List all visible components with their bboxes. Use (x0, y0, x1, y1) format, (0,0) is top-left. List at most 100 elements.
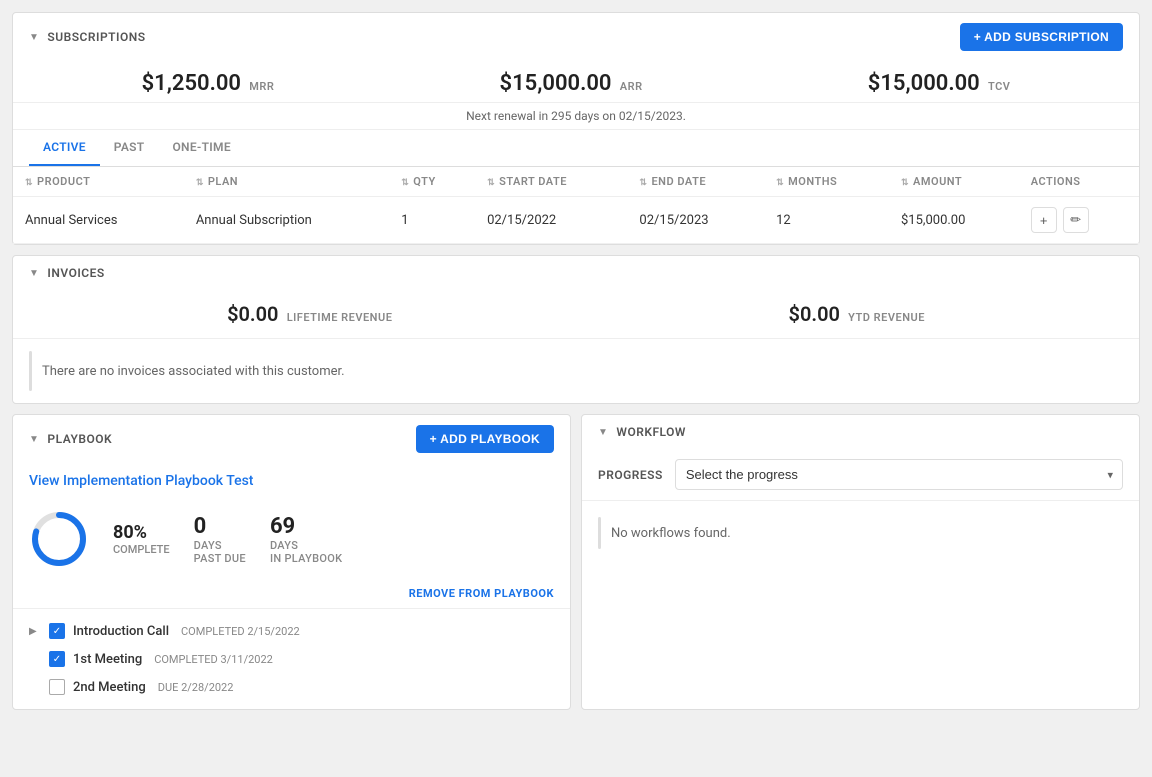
workflow-notice-bar (598, 517, 601, 549)
tab-one-time[interactable]: ONE-TIME (158, 130, 244, 166)
checklist: ▶ ✓ Introduction Call COMPLETED 2/15/2022 ✓ 1… (13, 609, 570, 709)
item-status: COMPLETED 2/15/2022 (181, 625, 300, 638)
subscriptions-metrics: $1,250.00 MRR $15,000.00 ARR $15,000.00 … (13, 61, 1139, 103)
invoices-title: ▼ INVOICES (29, 266, 105, 280)
cell-qty: 1 (389, 197, 475, 244)
col-actions: ACTIONS (1019, 167, 1139, 197)
lifetime-value: $0.00 (227, 302, 278, 326)
complete-stat: 80% COMPLETE (113, 522, 170, 556)
cell-product: Annual Services (13, 197, 184, 244)
add-subscription-button[interactable]: + ADD SUBSCRIPTION (960, 23, 1123, 51)
arr-value: $15,000.00 (500, 71, 612, 96)
days-in-playbook-label: DAYSIN PLAYBOOK (270, 539, 342, 565)
arr-label: ARR (620, 80, 643, 93)
progress-select-wrapper: Select the progressNot StartedIn Progres… (675, 459, 1123, 490)
col-qty[interactable]: ⇅QTY (389, 167, 475, 197)
playbook-link[interactable]: View Implementation Playbook Test (13, 463, 570, 499)
playbook-title: ▼ PLAYBOOK (29, 432, 112, 446)
checkbox-icon[interactable] (49, 679, 65, 695)
no-workflow-notice: No workflows found. (582, 501, 1139, 565)
workflow-header: ▼ WORKFLOW (582, 415, 1139, 449)
days-in-playbook-number: 69 (270, 514, 342, 539)
days-past-due-stat: 0 DAYSPAST DUE (194, 514, 246, 565)
mrr-metric: $1,250.00 MRR (142, 71, 275, 96)
item-status: DUE 2/28/2022 (158, 681, 234, 694)
tcv-value: $15,000.00 (868, 71, 980, 96)
tab-past[interactable]: PAST (100, 130, 159, 166)
item-name: 1st Meeting (73, 652, 142, 667)
ytd-revenue-metric: $0.00 YTD REVENUE (789, 302, 925, 326)
days-past-due-number: 0 (194, 514, 246, 539)
ytd-value: $0.00 (789, 302, 840, 326)
chevron-down-icon-playbook: ▼ (29, 434, 39, 445)
list-item: ✓ 1st Meeting COMPLETED 3/11/2022 (29, 645, 554, 673)
cell-months: 12 (764, 197, 889, 244)
col-product[interactable]: ⇅PRODUCT (13, 167, 184, 197)
percent-label: 80% (113, 522, 170, 543)
col-plan[interactable]: ⇅PLAN (184, 167, 389, 197)
checkbox-icon[interactable]: ✓ (49, 623, 65, 639)
chevron-down-icon-workflow: ▼ (598, 427, 608, 438)
ytd-label: YTD REVENUE (848, 311, 925, 324)
add-row-button[interactable]: + (1031, 207, 1057, 233)
chevron-down-icon: ▼ (29, 32, 39, 43)
col-end-date[interactable]: ⇅END DATE (627, 167, 764, 197)
no-invoices-text: There are no invoices associated with th… (42, 364, 345, 379)
cell-start_date: 02/15/2022 (475, 197, 627, 244)
col-start-date[interactable]: ⇅START DATE (475, 167, 627, 197)
table-row: Annual ServicesAnnual Subscription102/15… (13, 197, 1139, 244)
workflow-section: ▼ WORKFLOW PROGRESS Select the progressN… (581, 414, 1140, 710)
list-item: 2nd Meeting DUE 2/28/2022 (29, 673, 554, 701)
item-name: 2nd Meeting (73, 680, 146, 695)
bottom-row: ▼ PLAYBOOK + ADD PLAYBOOK View Implement… (12, 414, 1140, 710)
complete-label: COMPLETE (113, 543, 170, 556)
subscriptions-section: ▼ SUBSCRIPTIONS + ADD SUBSCRIPTION $1,25… (12, 12, 1140, 245)
notice-bar (29, 351, 32, 391)
arr-metric: $15,000.00 ARR (500, 71, 643, 96)
invoices-metrics: $0.00 LIFETIME REVENUE $0.00 YTD REVENUE (13, 290, 1139, 339)
cell-actions: + ✏ (1019, 197, 1139, 244)
remove-from-playbook-link[interactable]: REMOVE FROM PLAYBOOK (409, 587, 554, 600)
lifetime-revenue-metric: $0.00 LIFETIME REVENUE (227, 302, 392, 326)
tcv-metric: $15,000.00 TCV (868, 71, 1011, 96)
item-status: COMPLETED 3/11/2022 (154, 653, 273, 666)
subscriptions-header: ▼ SUBSCRIPTIONS + ADD SUBSCRIPTION (13, 13, 1139, 61)
workflow-title: ▼ WORKFLOW (598, 425, 686, 439)
cell-end_date: 02/15/2023 (627, 197, 764, 244)
progress-label: PROGRESS (598, 468, 663, 482)
item-name: Introduction Call (73, 624, 169, 639)
invoices-section: ▼ INVOICES $0.00 LIFETIME REVENUE $0.00 … (12, 255, 1140, 404)
playbook-header: ▼ PLAYBOOK + ADD PLAYBOOK (13, 415, 570, 463)
subscriptions-table: ⇅PRODUCT ⇅PLAN ⇅QTY ⇅START DATE ⇅END DAT… (13, 167, 1139, 244)
expand-arrow-icon[interactable]: ▶ (29, 626, 41, 637)
subscription-tabs: ACTIVE PAST ONE-TIME (13, 130, 1139, 167)
no-workflow-text: No workflows found. (611, 526, 731, 541)
col-months[interactable]: ⇅MONTHS (764, 167, 889, 197)
add-playbook-button[interactable]: + ADD PLAYBOOK (416, 425, 554, 453)
chevron-down-icon-invoices: ▼ (29, 268, 39, 279)
progress-circle (29, 509, 89, 569)
list-item: ▶ ✓ Introduction Call COMPLETED 2/15/2022 (29, 617, 554, 645)
tab-active[interactable]: ACTIVE (29, 130, 100, 166)
playbook-section: ▼ PLAYBOOK + ADD PLAYBOOK View Implement… (12, 414, 571, 710)
lifetime-label: LIFETIME REVENUE (287, 311, 393, 324)
renewal-info: Next renewal in 295 days on 02/15/2023. (13, 103, 1139, 130)
checkbox-icon[interactable]: ✓ (49, 651, 65, 667)
days-past-due-label: DAYSPAST DUE (194, 539, 246, 565)
edit-row-button[interactable]: ✏ (1063, 207, 1089, 233)
actions-cell: + ✏ (1031, 207, 1127, 233)
mrr-value: $1,250.00 (142, 71, 241, 96)
tcv-label: TCV (988, 80, 1010, 93)
mrr-label: MRR (249, 80, 274, 93)
invoices-header: ▼ INVOICES (13, 256, 1139, 290)
remove-row: REMOVE FROM PLAYBOOK (13, 583, 570, 609)
playbook-stats: 80% COMPLETE 0 DAYSPAST DUE 69 DAYSIN PL… (13, 499, 570, 583)
no-invoices-notice: There are no invoices associated with th… (13, 339, 1139, 403)
col-amount[interactable]: ⇅AMOUNT (889, 167, 1019, 197)
cell-plan: Annual Subscription (184, 197, 389, 244)
days-in-playbook-stat: 69 DAYSIN PLAYBOOK (270, 514, 342, 565)
progress-select[interactable]: Select the progressNot StartedIn Progres… (675, 459, 1123, 490)
workflow-progress-row: PROGRESS Select the progressNot StartedI… (582, 449, 1139, 501)
cell-amount: $15,000.00 (889, 197, 1019, 244)
subscriptions-title: ▼ SUBSCRIPTIONS (29, 30, 146, 44)
